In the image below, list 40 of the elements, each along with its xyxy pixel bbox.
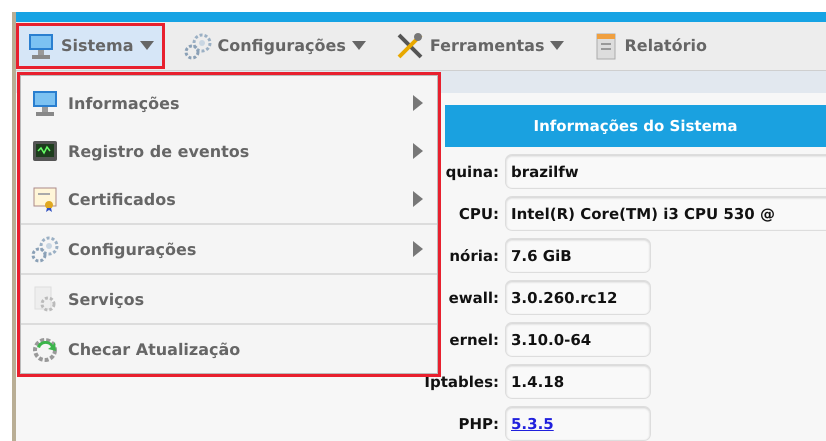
info-field: 7.6 GiB	[505, 238, 651, 273]
menu-item[interactable]: Configurações	[21, 225, 437, 273]
menu-button[interactable]: Ferramentas	[384, 22, 576, 69]
report-icon	[594, 32, 618, 60]
caret-icon	[352, 41, 366, 50]
gears-icon	[31, 235, 59, 263]
menu-button[interactable]: Configurações	[172, 22, 377, 69]
menu-item[interactable]: Certificados	[21, 175, 437, 223]
menu-item[interactable]: Registro de eventos	[21, 127, 437, 175]
version-link[interactable]: 5.3.5	[511, 414, 554, 432]
field-label: nória:	[449, 246, 500, 264]
submenu-arrow-icon	[413, 95, 423, 111]
field-label: PHP:	[458, 414, 500, 432]
field-label: ewall:	[448, 288, 500, 306]
submenu-arrow-icon	[413, 241, 423, 257]
caret-icon	[550, 41, 564, 50]
field-label: CPU:	[458, 204, 500, 222]
gears-icon	[184, 32, 212, 60]
menu-button[interactable]: Sistema	[16, 22, 164, 69]
menu-item[interactable]: Checar Atualização	[21, 325, 437, 373]
menu-button[interactable]: Relatório	[583, 22, 718, 69]
menu-item[interactable]: Serviços	[21, 275, 437, 323]
menu-item[interactable]: Informações	[21, 79, 437, 127]
tools-icon	[396, 32, 424, 60]
monitor-icon	[27, 32, 55, 60]
info-field: brazilfw	[505, 154, 826, 189]
info-field: 3.0.260.rc12	[505, 280, 651, 315]
field-label: quina:	[446, 162, 500, 180]
monitor-icon	[31, 89, 59, 117]
field-label: ernel:	[449, 330, 500, 348]
field-label: Iptables:	[424, 372, 500, 390]
caret-icon	[140, 41, 154, 50]
update-icon	[31, 335, 59, 363]
certificate-icon	[31, 185, 59, 213]
info-field: 3.10.0-64	[505, 322, 651, 357]
submenu-arrow-icon	[413, 191, 423, 207]
panel-title: Informações do Sistema	[445, 105, 826, 147]
submenu-arrow-icon	[413, 143, 423, 159]
info-field: Intel(R) Core(TM) i3 CPU 530 @	[505, 196, 826, 231]
info-field: 1.4.18	[505, 364, 651, 399]
